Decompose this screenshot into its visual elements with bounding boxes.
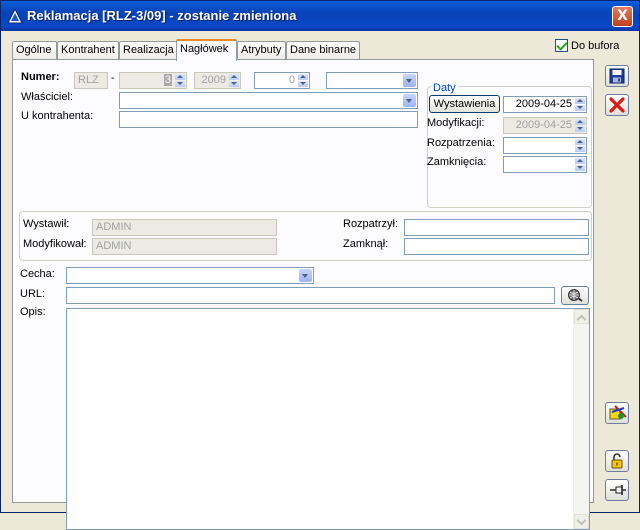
rozpatrzyl-field[interactable] xyxy=(404,219,589,236)
numer-separator: - xyxy=(111,72,115,84)
numer-spinner[interactable] xyxy=(175,74,185,87)
cecha-select[interactable] xyxy=(66,267,314,284)
cecha-label: Cecha: xyxy=(20,268,55,280)
date-spinner xyxy=(575,119,585,132)
spin-up-icon[interactable] xyxy=(175,74,185,80)
checkbox-checked-icon xyxy=(555,39,568,52)
chevron-down-icon[interactable] xyxy=(299,269,312,282)
extra-spinner[interactable] xyxy=(298,74,308,87)
spin-up-icon xyxy=(575,119,585,125)
close-icon: X xyxy=(617,8,628,24)
numer-value-field[interactable]: 3 xyxy=(119,72,187,89)
numer-year: 2009 xyxy=(201,74,226,86)
tab-ogolne[interactable]: Ogólne xyxy=(12,41,57,60)
browse-globe-icon xyxy=(568,289,583,302)
modyfikowal-label: Modyfikował: xyxy=(23,238,87,250)
url-label: URL: xyxy=(20,288,46,300)
opis-label: Opis: xyxy=(20,306,46,318)
tab-realizacja[interactable]: Realizacja xyxy=(119,41,177,60)
rozpatrzyl-label: Rozpatrzył: xyxy=(343,218,399,230)
numer-label: Numer: xyxy=(21,71,60,83)
numer-year-field[interactable]: 2009 xyxy=(194,72,241,89)
spin-down-icon[interactable] xyxy=(575,105,585,111)
spin-up-icon[interactable] xyxy=(298,74,308,80)
modyfikacji-label: Modyfikacji: xyxy=(427,117,485,129)
daty-caption: Daty xyxy=(431,82,458,94)
scroll-up-icon[interactable] xyxy=(574,309,589,324)
modyfikowal-field: ADMIN xyxy=(92,238,277,255)
numer-extra: 0 xyxy=(288,74,295,86)
attributes-icon xyxy=(609,405,627,420)
rozpatrzenia-date-field[interactable] xyxy=(503,137,587,154)
cancel-icon xyxy=(609,97,625,113)
spin-down-icon[interactable] xyxy=(575,146,585,152)
zamknal-field[interactable] xyxy=(404,238,589,255)
rozpatrzenia-label: Rozpatrzenia: xyxy=(427,137,495,149)
pin-button[interactable] xyxy=(605,479,629,501)
u-kontrahenta-label: U kontrahenta: xyxy=(21,110,94,122)
year-spinner[interactable] xyxy=(229,74,239,87)
window-title: Reklamacja [RLZ-3/09] - zostanie zmienio… xyxy=(27,8,297,23)
date-spinner[interactable] xyxy=(575,139,585,152)
scroll-down-icon[interactable] xyxy=(574,514,589,529)
app-logo-icon xyxy=(7,8,23,24)
tab-dane-binarne[interactable]: Dane binarne xyxy=(286,41,360,60)
tab-atrybuty[interactable]: Atrybuty xyxy=(237,41,286,60)
save-icon xyxy=(609,68,625,84)
attributes-button[interactable] xyxy=(605,402,629,424)
close-window-button[interactable]: X xyxy=(612,6,633,27)
date-spinner[interactable] xyxy=(575,98,585,111)
zamknal-label: Zamknął: xyxy=(343,238,389,250)
tab-naglowek[interactable]: Nagłówek xyxy=(176,39,237,61)
spin-up-icon[interactable] xyxy=(229,74,239,80)
wystawienia-date-field[interactable]: 2009-04-25 xyxy=(503,96,587,113)
tab-panel-naglowek: Numer: RLZ - 3 2009 0 Właściciel: U kont… xyxy=(12,59,594,530)
wlasciciel-select[interactable] xyxy=(119,92,418,109)
url-field[interactable] xyxy=(66,287,555,304)
do-bufora-checkbox[interactable]: Do bufora xyxy=(555,39,619,52)
spin-up-icon[interactable] xyxy=(575,139,585,145)
modyfikacji-date-field: 2009-04-25 xyxy=(503,117,587,134)
wlasciciel-label: Właściciel: xyxy=(21,91,73,103)
pin-icon xyxy=(610,485,626,495)
spin-down-icon[interactable] xyxy=(175,81,185,87)
wystawil-field: ADMIN xyxy=(92,219,277,236)
spin-down-icon[interactable] xyxy=(229,81,239,87)
wystawienia-button[interactable]: Wystawienia xyxy=(429,95,500,113)
numer-value: 3 xyxy=(163,74,172,86)
zamkniecia-label: Zamknięcia: xyxy=(427,156,487,168)
save-button[interactable] xyxy=(605,65,629,87)
opis-textarea[interactable] xyxy=(66,308,590,530)
title-bar[interactable]: Reklamacja [RLZ-3/09] - zostanie zmienio… xyxy=(1,1,639,31)
spin-down-icon[interactable] xyxy=(575,165,585,171)
dialog-client: Ogólne Kontrahent Realizacja Nagłówek At… xyxy=(4,31,636,530)
spin-down-icon xyxy=(575,126,585,132)
chevron-down-icon[interactable] xyxy=(403,74,416,87)
numer-suffix-select[interactable] xyxy=(326,72,418,89)
spin-up-icon[interactable] xyxy=(575,98,585,104)
modyfikacji-date: 2009-04-25 xyxy=(515,119,572,131)
cancel-button[interactable] xyxy=(605,94,629,116)
wystawil-label: Wystawił: xyxy=(23,218,70,230)
do-bufora-label: Do bufora xyxy=(571,40,620,52)
numer-series-field: RLZ xyxy=(74,72,108,89)
lock-icon xyxy=(611,453,623,469)
chevron-down-icon[interactable] xyxy=(403,94,416,107)
numer-extra-field[interactable]: 0 xyxy=(254,72,310,89)
open-url-button[interactable] xyxy=(561,286,589,305)
lock-button[interactable] xyxy=(605,450,629,472)
dialog-window: Reklamacja [RLZ-3/09] - zostanie zmienio… xyxy=(0,0,640,530)
zamkniecia-date-field[interactable] xyxy=(503,156,587,173)
opis-scrollbar[interactable] xyxy=(573,309,589,529)
u-kontrahenta-field[interactable] xyxy=(119,111,418,128)
spin-down-icon[interactable] xyxy=(298,81,308,87)
spin-up-icon[interactable] xyxy=(575,158,585,164)
wystawienia-date: 2009-04-25 xyxy=(515,98,572,110)
tab-kontrahent[interactable]: Kontrahent xyxy=(57,41,119,60)
date-spinner[interactable] xyxy=(575,158,585,171)
